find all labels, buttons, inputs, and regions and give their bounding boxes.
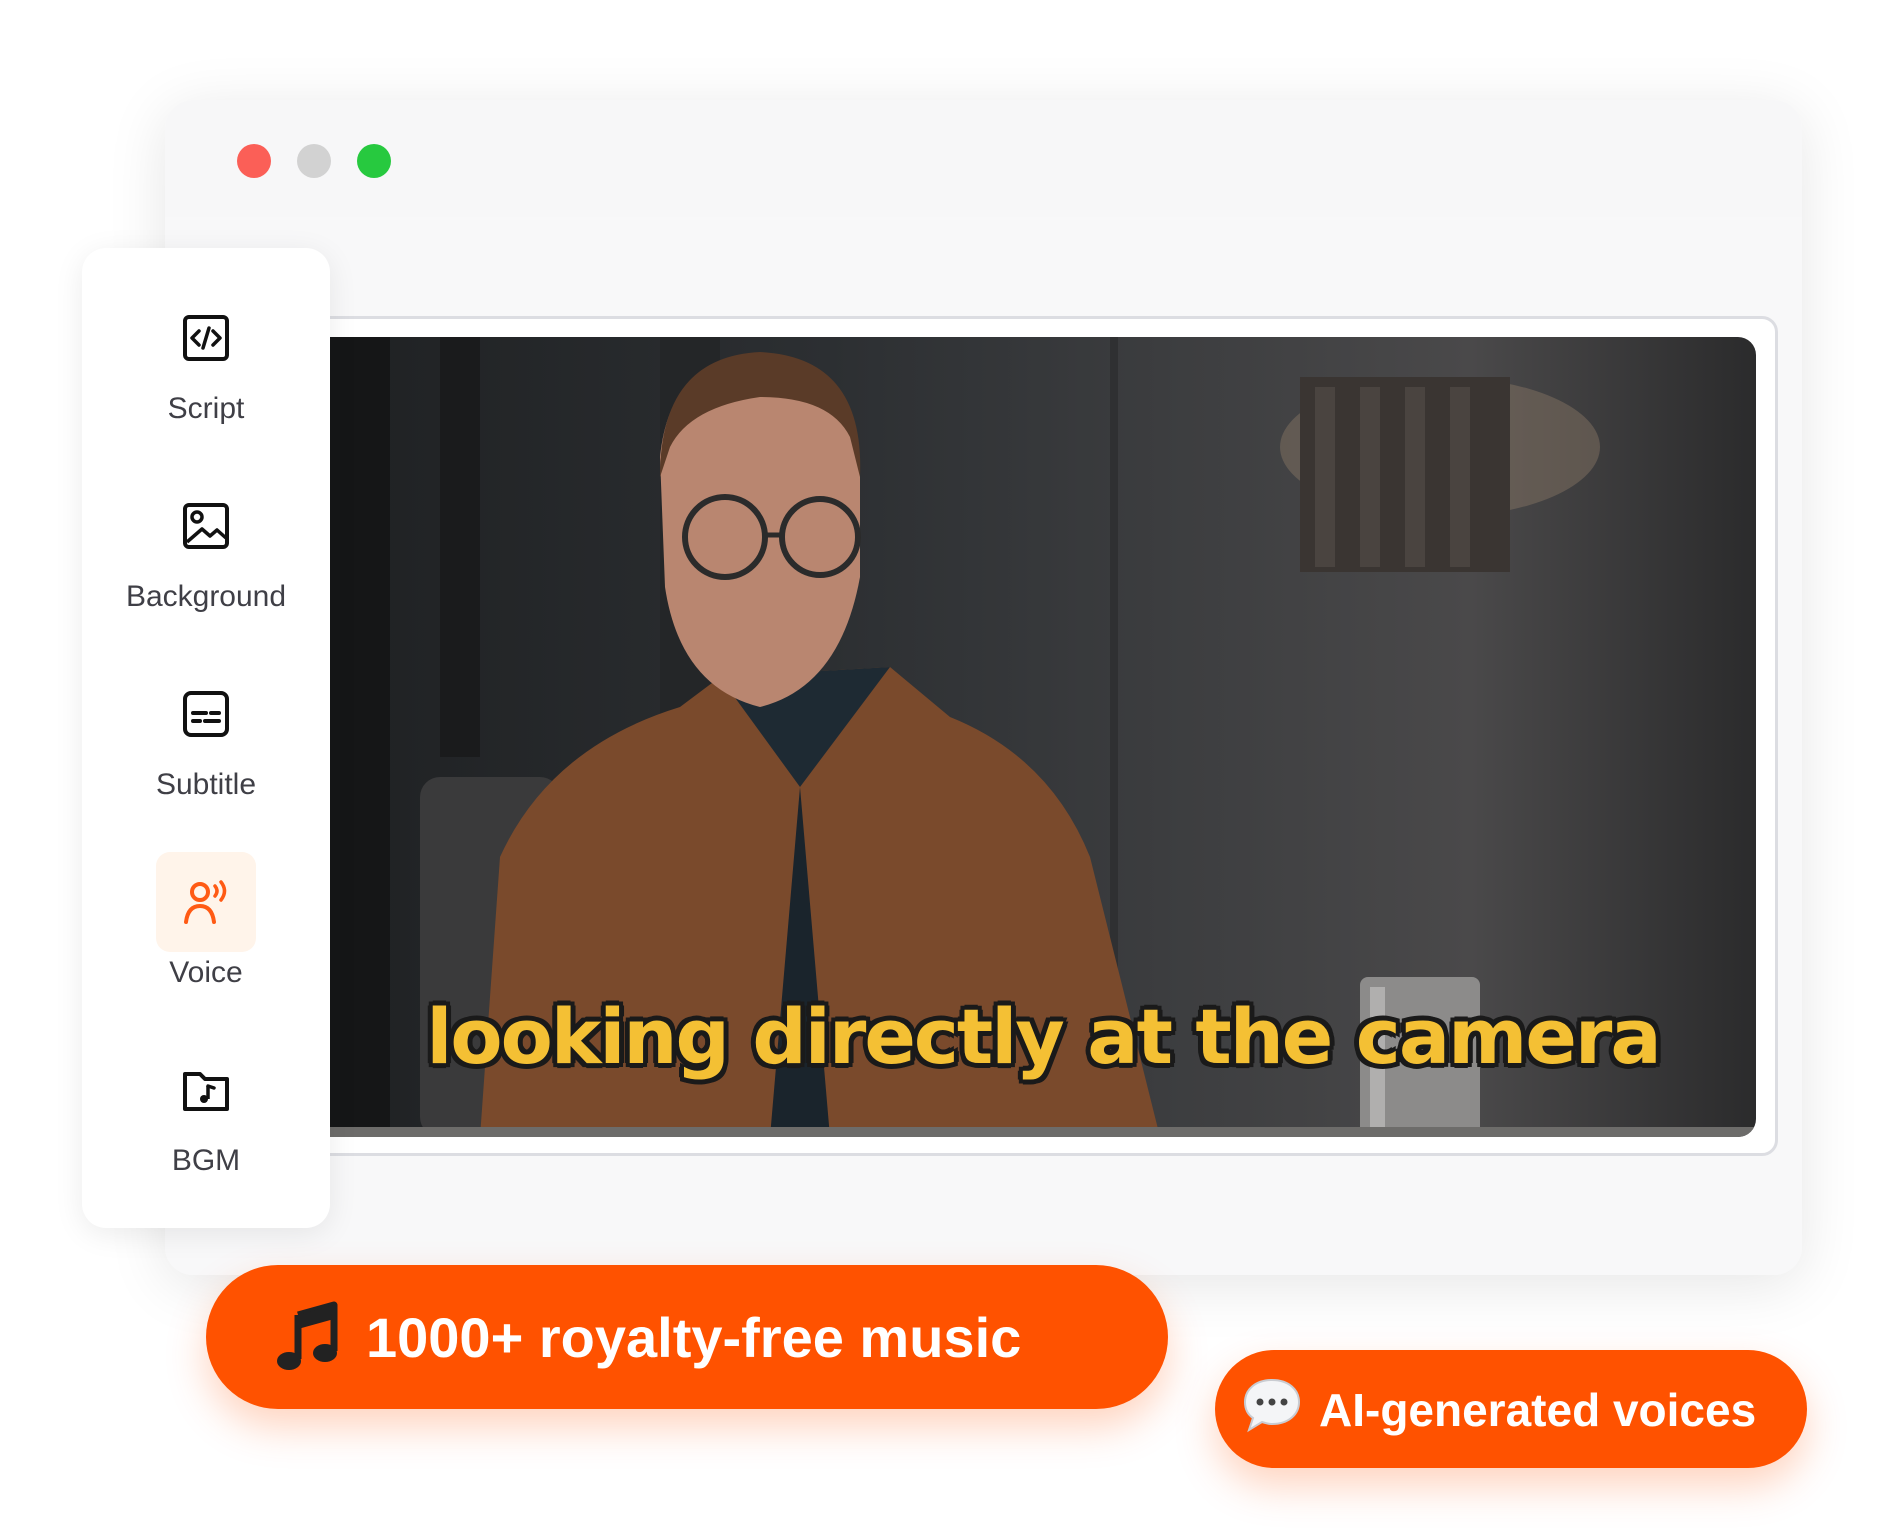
music-note-icon (277, 1301, 338, 1370)
video-preview[interactable]: looking directly at the camera (330, 337, 1756, 1137)
title-bar (165, 100, 1802, 217)
subtitle-icon (156, 664, 256, 764)
subtitle-caption: looking directly at the camera (426, 992, 1661, 1081)
sidebar-item-bgm[interactable]: BGM (82, 1040, 330, 1210)
sidebar-item-background[interactable]: Background (82, 476, 330, 646)
minimize-button[interactable] (297, 144, 331, 178)
sidebar-item-label: BGM (171, 1144, 241, 1177)
sidebar-item-label: Script (167, 392, 245, 425)
sidebar: Script Background Subtitle Voice BGM (82, 248, 330, 1228)
sidebar-item-script[interactable]: Script (82, 288, 330, 458)
sidebar-item-label: Subtitle (155, 768, 257, 801)
sidebar-item-subtitle[interactable]: Subtitle (82, 664, 330, 834)
music-badge: 1000+ royalty-free music (206, 1265, 1168, 1409)
maximize-button[interactable] (357, 144, 391, 178)
close-button[interactable] (237, 144, 271, 178)
image-icon (156, 476, 256, 576)
voices-badge: AI-generated voices (1215, 1350, 1807, 1468)
voices-badge-text: AI-generated voices (1319, 1384, 1757, 1436)
sidebar-item-label: Voice (169, 956, 243, 989)
sidebar-item-voice[interactable]: Voice (82, 852, 330, 1022)
voice-icon (156, 852, 256, 952)
code-icon (156, 288, 256, 388)
sidebar-item-label: Background (125, 580, 287, 613)
music-badge-text: 1000+ royalty-free music (366, 1306, 1022, 1369)
speech-bubble-icon (1243, 1378, 1301, 1433)
music-folder-icon (156, 1040, 256, 1140)
